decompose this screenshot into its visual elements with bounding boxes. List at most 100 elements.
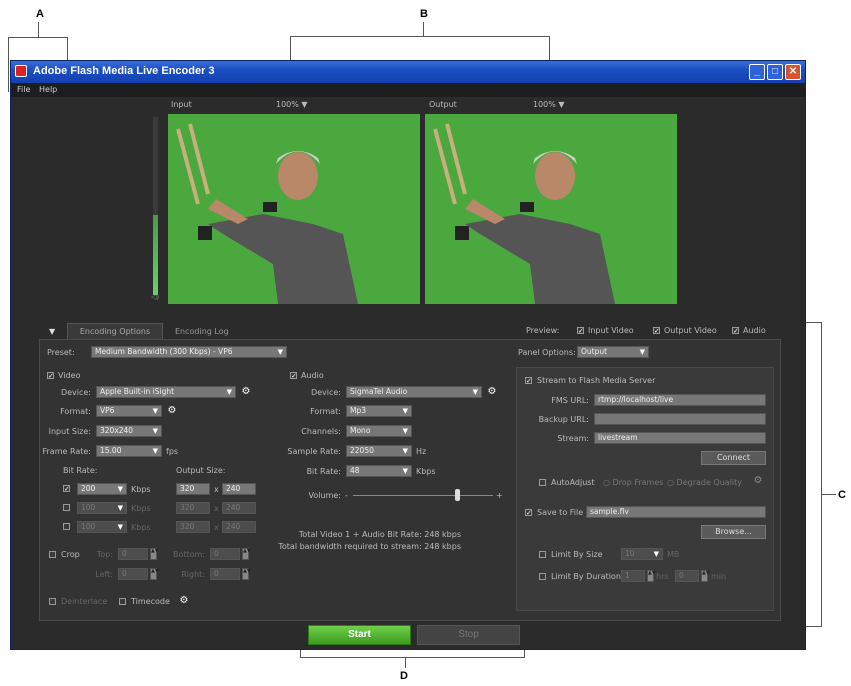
minimize-button[interactable]: _ — [749, 64, 765, 80]
title-bar: Adobe Flash Media Live Encoder 3 _ □ ✕ — [11, 61, 805, 83]
crop-top-input[interactable]: 0 — [118, 548, 148, 560]
input-size-select[interactable]: 320x240 — [96, 425, 162, 437]
collapse-toggle-icon[interactable]: ▼ — [49, 327, 55, 336]
audio-bit-rate-select[interactable]: 48 — [346, 465, 412, 477]
autoadjust-label: AutoAdjust — [551, 478, 595, 487]
audio-device-select[interactable]: SigmaTel Audio — [346, 386, 482, 398]
crop-bottom-spinner[interactable]: ▲▼ — [242, 548, 251, 560]
video-format-label: Format: — [60, 407, 91, 416]
tab-encoding-log[interactable]: Encoding Log — [175, 327, 229, 336]
volume-slider-thumb[interactable] — [455, 489, 460, 501]
minutes-spinner[interactable]: ▲▼ — [701, 570, 710, 582]
video-device-settings-icon[interactable]: ⚙ — [239, 385, 253, 399]
crop-right-spinner[interactable]: ▲▼ — [242, 568, 251, 580]
maximize-button[interactable]: □ — [767, 64, 783, 80]
autoadjust-settings-icon[interactable]: ⚙ — [751, 474, 765, 488]
limit-size-checkbox[interactable] — [539, 551, 546, 558]
menu-file[interactable]: File — [17, 85, 30, 94]
volume-slider-track[interactable] — [353, 495, 493, 496]
total-bandwidth-text: Total bandwidth required to stream: 248 … — [278, 542, 461, 551]
bitrate-row3-checkbox[interactable] — [63, 523, 70, 530]
crop-top-spinner[interactable]: ▲▼ — [150, 548, 159, 560]
minutes-input[interactable]: 0 — [675, 570, 699, 582]
bracket-c-stem — [822, 494, 836, 495]
stop-button[interactable]: Stop — [417, 625, 520, 645]
callout-c: C — [838, 489, 846, 501]
bitrate-row2-select[interactable]: 100 — [77, 502, 127, 514]
audio-header: Audio — [301, 371, 324, 380]
output-height-row1[interactable]: 240 — [222, 483, 256, 495]
output-height-row2[interactable]: 240 — [222, 502, 256, 514]
callout-a: A — [36, 8, 44, 20]
connect-button[interactable]: Connect — [701, 451, 766, 465]
limit-size-select[interactable]: 10 — [621, 548, 663, 560]
hz-unit: Hz — [416, 447, 427, 456]
video-format-settings-icon[interactable]: ⚙ — [165, 404, 179, 418]
close-button[interactable]: ✕ — [785, 64, 801, 80]
bitrate-row1-select[interactable]: 200 — [77, 483, 127, 495]
bit-rate-header: Bit Rate: — [63, 466, 98, 475]
timecode-settings-icon[interactable]: ⚙ — [177, 594, 191, 608]
crop-checkbox[interactable] — [49, 551, 56, 558]
limit-duration-checkbox[interactable] — [539, 573, 546, 580]
frame-rate-select[interactable]: 15.00 — [96, 445, 162, 457]
deinterlace-checkbox[interactable] — [49, 598, 56, 605]
input-zoom[interactable]: 100% ▼ — [276, 100, 308, 109]
output-zoom[interactable]: 100% ▼ — [533, 100, 565, 109]
audio-checkbox[interactable]: ✓ — [290, 372, 297, 380]
panel-options-select[interactable]: Output — [577, 346, 649, 358]
stream-checkbox[interactable]: ✓ — [525, 377, 532, 385]
frame-rate-label: Frame Rate: — [42, 447, 91, 456]
video-checkbox[interactable]: ✓ — [47, 372, 54, 380]
stream-name-input[interactable]: livestream — [594, 432, 766, 444]
tab-encoding-options[interactable]: Encoding Options — [67, 323, 163, 339]
timecode-checkbox[interactable] — [119, 598, 126, 605]
bitrate-row2-checkbox[interactable] — [63, 504, 70, 511]
output-height-row3[interactable]: 240 — [222, 521, 256, 533]
backup-url-input[interactable] — [594, 413, 766, 425]
crop-bottom-input[interactable]: 0 — [210, 548, 240, 560]
bitrate-row1-checkbox[interactable]: ✓ — [63, 485, 70, 493]
preview-input-checkbox[interactable]: ✓ — [577, 327, 584, 335]
volume-label: Volume: — [308, 491, 341, 500]
channels-select[interactable]: Mono — [346, 425, 412, 437]
backup-url-label: Backup URL: — [538, 415, 589, 424]
callout-d: D — [400, 670, 408, 682]
audio-device-settings-icon[interactable]: ⚙ — [485, 385, 499, 399]
drop-frames-option[interactable]: ○ Drop Frames — [603, 478, 663, 487]
save-to-file-checkbox[interactable]: ✓ — [525, 509, 532, 517]
preview-output-checkbox[interactable]: ✓ — [653, 327, 660, 335]
hours-spinner[interactable]: ▲▼ — [647, 570, 656, 582]
bracket-d-stem — [405, 658, 406, 668]
browse-button[interactable]: Browse... — [701, 525, 766, 539]
input-video-preview — [168, 114, 420, 304]
start-button[interactable]: Start — [308, 625, 411, 645]
total-bitrate-text: Total Video 1 + Audio Bit Rate: 248 kbps — [298, 530, 461, 539]
output-width-row2[interactable]: 320 — [176, 502, 210, 514]
video-format-select[interactable]: VP6 — [96, 405, 162, 417]
output-width-row1[interactable]: 320 — [176, 483, 210, 495]
fms-url-input[interactable]: rtmp://localhost/live — [594, 394, 766, 406]
menu-help[interactable]: Help — [39, 85, 57, 94]
output-width-row3[interactable]: 320 — [176, 521, 210, 533]
output-x-row3: x — [214, 523, 219, 532]
video-device-select[interactable]: Apple Built-in iSight — [96, 386, 236, 398]
app-icon — [15, 65, 27, 77]
hours-input[interactable]: 1 — [621, 570, 645, 582]
degrade-quality-option[interactable]: ○ Degrade Quality — [667, 478, 742, 487]
preview-audio-checkbox[interactable]: ✓ — [732, 327, 739, 335]
crop-left-spinner[interactable]: ▲▼ — [150, 568, 159, 580]
audio-level-meter — [153, 117, 158, 295]
preset-label: Preset: — [47, 348, 75, 357]
preset-select[interactable]: Medium Bandwidth (300 Kbps) - VP6 — [91, 346, 287, 358]
sample-rate-select[interactable]: 22050 — [346, 445, 412, 457]
output-label: Output — [429, 100, 457, 109]
autoadjust-checkbox[interactable] — [539, 479, 546, 486]
crop-left-input[interactable]: 0 — [118, 568, 148, 580]
bitrate-row3-select[interactable]: 100 — [77, 521, 127, 533]
file-name-input[interactable]: sample.flv — [586, 506, 766, 518]
crop-right-input[interactable]: 0 — [210, 568, 240, 580]
audio-format-select[interactable]: Mp3 — [346, 405, 412, 417]
fps-unit: fps — [166, 447, 179, 456]
menu-bar: File Help — [11, 83, 805, 97]
